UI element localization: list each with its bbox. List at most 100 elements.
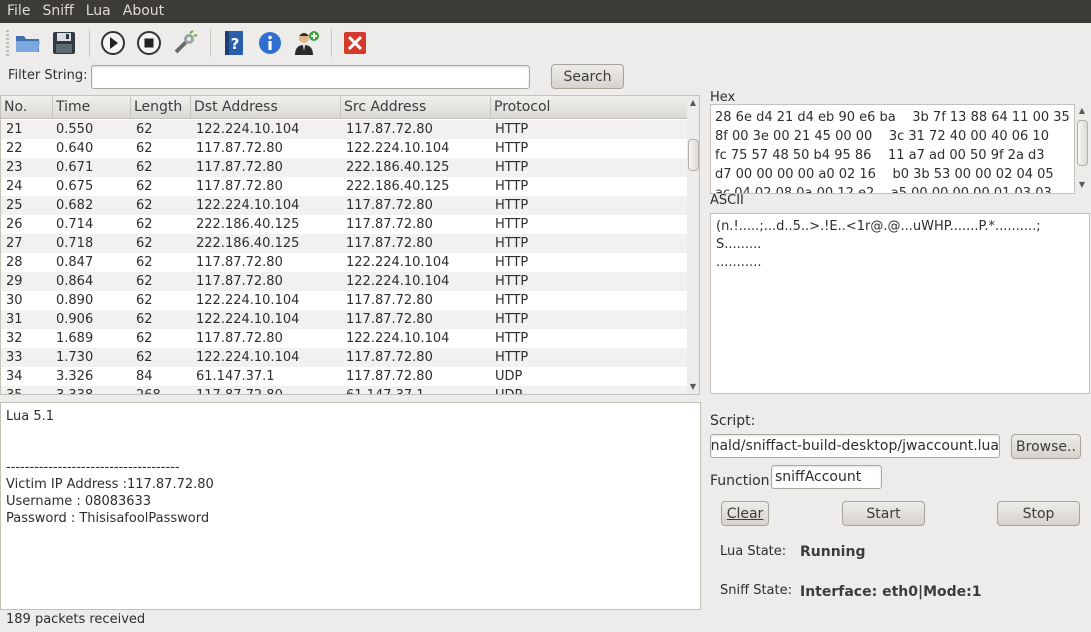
menu-sniff[interactable]: Sniff	[36, 0, 79, 23]
scroll-down-arrow[interactable]: ▼	[687, 382, 699, 391]
table-row[interactable]: 22 0.640 62 117.87.72.80 122.224.10.104 HTTP	[1, 139, 687, 158]
menu-about[interactable]: About	[117, 0, 170, 23]
cell-dst-address: 117.87.72.80	[196, 386, 283, 394]
column-header-src-address[interactable]: Src Address	[341, 96, 491, 119]
script-label: Script:	[710, 413, 756, 429]
cell-src-address: 122.224.10.104	[346, 255, 450, 270]
column-header-dst-address[interactable]: Dst Address	[191, 96, 341, 119]
help-icon[interactable]: ?	[219, 28, 249, 58]
scroll-up-arrow[interactable]: ▲	[1076, 106, 1088, 115]
start-button[interactable]: Start	[842, 501, 925, 526]
table-row[interactable]: 21 0.550 62 122.224.10.104 117.87.72.80 HTTP	[1, 120, 687, 139]
hex-view[interactable]: 28 6e d4 21 d4 eb 90 e6 ba 3b 7f 13 88 6…	[710, 104, 1075, 194]
lua-state-label: Lua State:	[720, 544, 787, 559]
column-header-protocol[interactable]: Protocol	[491, 96, 687, 119]
packet-list-header: No. Time Length Dst Address Src Address …	[1, 96, 687, 119]
info-icon[interactable]	[255, 28, 285, 58]
table-row[interactable]: 26 0.714 62 222.186.40.125 117.87.72.80 HTTP	[1, 215, 687, 234]
column-header-length[interactable]: Length	[131, 96, 191, 119]
clear-button[interactable]: Clear	[721, 501, 769, 526]
cell-no: 21	[6, 122, 23, 137]
table-row[interactable]: 34 3.326 84 61.147.37.1 117.87.72.80 UDP	[1, 367, 687, 386]
menu-lua[interactable]: Lua	[80, 0, 117, 23]
cell-length: 62	[136, 331, 153, 346]
cell-no: 34	[6, 369, 23, 384]
cell-dst-address: 222.186.40.125	[196, 217, 300, 232]
cell-time: 0.847	[56, 255, 94, 270]
search-button[interactable]: Search	[551, 64, 624, 89]
browse-button[interactable]: Browse..	[1011, 434, 1081, 459]
packet-list-scrollbar[interactable]: ▲ ▼	[687, 96, 699, 394]
script-path-input[interactable]: donald/sniffact-build-desktop/jwaccount.…	[710, 434, 1000, 458]
sniffact-window: File Sniff Lua About ? Filter String: Se…	[0, 0, 1091, 632]
packet-list-scroll-thumb[interactable]	[688, 139, 699, 171]
cell-no: 33	[6, 350, 23, 365]
hex-scroll-thumb[interactable]	[1077, 120, 1088, 166]
hex-line: 8f 00 3e 00 21 45 00 00 3c 31 72 40 00 4…	[715, 129, 1049, 144]
cell-src-address: 117.87.72.80	[346, 369, 433, 384]
cell-length: 62	[136, 122, 153, 137]
cell-length: 62	[136, 255, 153, 270]
table-row[interactable]: 30 0.890 62 122.224.10.104 117.87.72.80 HTTP	[1, 291, 687, 310]
open-folder-icon[interactable]	[13, 28, 43, 58]
hex-line: fc 75 57 48 50 b4 95 86 11 a7 ad 00 50 9…	[715, 148, 1045, 163]
column-header-no[interactable]: No.	[1, 96, 53, 119]
console-line: Username : 08083633	[6, 494, 152, 509]
table-row[interactable]: 24 0.675 62 117.87.72.80 222.186.40.125 HTTP	[1, 177, 687, 196]
table-row[interactable]: 25 0.682 62 122.224.10.104 117.87.72.80 HTTP	[1, 196, 687, 215]
table-row[interactable]: 33 1.730 62 122.224.10.104 117.87.72.80 HTTP	[1, 348, 687, 367]
cell-dst-address: 122.224.10.104	[196, 293, 300, 308]
save-icon[interactable]	[49, 28, 79, 58]
stop-button[interactable]: Stop	[997, 501, 1080, 526]
scroll-up-arrow[interactable]: ▲	[687, 98, 699, 107]
hex-scrollbar[interactable]: ▲ ▼	[1076, 104, 1089, 194]
status-text: 189 packets received	[6, 612, 146, 627]
add-user-icon[interactable]	[291, 28, 321, 58]
ascii-line: (n.!.....;...d..5..>.!E..<1r@.@...uWHP..…	[716, 219, 1041, 252]
table-row[interactable]: 31 0.906 62 122.224.10.104 117.87.72.80 HTTP	[1, 310, 687, 329]
filter-row: Filter String: Search	[0, 63, 700, 91]
status-bar: 189 packets received	[0, 610, 1091, 632]
cell-dst-address: 222.186.40.125	[196, 236, 300, 251]
column-header-time[interactable]: Time	[53, 96, 131, 119]
menu-bar: File Sniff Lua About	[0, 0, 1091, 23]
console-line: Victim IP Address :117.87.72.80	[6, 477, 214, 492]
cell-protocol: UDP	[495, 386, 522, 394]
console-line: Lua 5.1	[6, 409, 55, 424]
table-row[interactable]: 27 0.718 62 222.186.40.125 117.87.72.80 HTTP	[1, 234, 687, 253]
hex-label: Hex	[710, 90, 736, 105]
cell-protocol: HTTP	[495, 274, 529, 289]
stop-icon[interactable]	[134, 28, 164, 58]
cell-length: 62	[136, 312, 153, 327]
table-row[interactable]: 23 0.671 62 117.87.72.80 222.186.40.125 HTTP	[1, 158, 687, 177]
ascii-view[interactable]: (n.!.....;...d..5..>.!E..<1r@.@...uWHP..…	[710, 213, 1090, 394]
lua-console[interactable]: Lua 5.1 --------------------------------…	[0, 402, 701, 610]
filter-input[interactable]	[91, 65, 530, 89]
play-icon[interactable]	[98, 28, 128, 58]
cell-protocol: HTTP	[495, 293, 529, 308]
table-row[interactable]: 28 0.847 62 117.87.72.80 122.224.10.104 HTTP	[1, 253, 687, 272]
settings-icon[interactable]	[170, 28, 200, 58]
menu-file[interactable]: File	[1, 0, 36, 23]
packet-list[interactable]: No. Time Length Dst Address Src Address …	[0, 95, 700, 395]
scroll-down-arrow[interactable]: ▼	[1076, 180, 1088, 189]
toolbar-grip[interactable]	[6, 30, 9, 56]
cell-dst-address: 61.147.37.1	[196, 369, 275, 384]
sniff-state-label: Sniff State:	[720, 583, 792, 598]
cell-time: 3.338	[56, 386, 93, 394]
cell-src-address: 222.186.40.125	[346, 179, 450, 194]
lua-state-value: Running	[800, 544, 866, 560]
table-row[interactable]: 35 3.338 268 117.87.72.80 61.147.37.1 UDP	[1, 386, 687, 394]
table-row[interactable]: 29 0.864 62 117.87.72.80 122.224.10.104 HTTP	[1, 272, 687, 291]
cell-no: 22	[6, 141, 23, 156]
cell-protocol: HTTP	[495, 331, 529, 346]
console-line: -------------------------------------	[6, 460, 180, 475]
table-row[interactable]: 32 1.689 62 117.87.72.80 122.224.10.104 HTTP	[1, 329, 687, 348]
function-input[interactable]: sniffAccount	[771, 465, 882, 489]
ascii-label: ASCII	[710, 193, 744, 208]
close-icon[interactable]	[340, 28, 370, 58]
cell-no: 23	[6, 160, 23, 175]
cell-no: 35	[6, 386, 23, 394]
cell-src-address: 117.87.72.80	[346, 350, 433, 365]
cell-length: 84	[136, 369, 153, 384]
